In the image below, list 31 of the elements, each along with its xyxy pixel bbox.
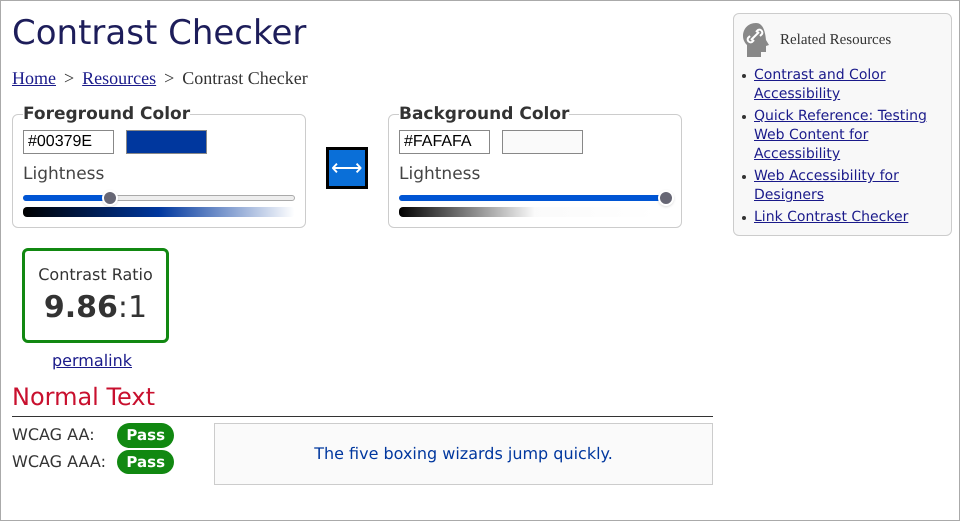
- panel-legend: Foreground Color: [23, 102, 190, 128]
- head-link-icon: [742, 22, 770, 58]
- slider-thumb[interactable]: [102, 190, 118, 206]
- panel-legend: Background Color: [399, 102, 570, 128]
- breadcrumb-link[interactable]: Resources: [82, 65, 156, 92]
- lightness-slider[interactable]: [399, 191, 671, 205]
- breadcrumb-current: Contrast Checker: [182, 67, 308, 90]
- breadcrumb-link[interactable]: Home: [12, 65, 56, 92]
- resource-link[interactable]: Quick Reference: Testing Web Content for Accessibility: [754, 107, 943, 164]
- wcag-label: WCAG AA:: [12, 424, 95, 446]
- permalink[interactable]: permalink: [52, 349, 132, 373]
- swap-button[interactable]: ⟷: [326, 147, 368, 189]
- section-heading: Normal Text: [12, 379, 713, 417]
- hex-input[interactable]: #FAFAFA: [399, 130, 490, 154]
- sample-text: The five boxing wizards jump quickly.: [314, 443, 613, 465]
- sidebar-title: Related Resources: [780, 30, 892, 50]
- resource-link[interactable]: Contrast and Color Accessibility: [754, 66, 943, 104]
- hex-input[interactable]: #00379E: [23, 130, 114, 154]
- slider-label: Lightness: [399, 162, 482, 186]
- result-badge: Pass: [117, 450, 174, 474]
- page-title: Contrast Checker: [12, 12, 308, 55]
- ratio-label: Contrast Ratio: [38, 264, 153, 286]
- breadcrumb-separator: >: [64, 67, 74, 90]
- resource-link[interactable]: Link Contrast Checker: [754, 208, 908, 227]
- wcag-label: WCAG AAA:: [12, 450, 106, 473]
- breadcrumb-separator: >: [164, 67, 174, 90]
- result-badge: Pass: [117, 423, 174, 448]
- resource-link[interactable]: Web Accessibility for Designers: [754, 167, 943, 205]
- slider-thumb[interactable]: [658, 190, 674, 206]
- slider-label: Lightness: [23, 162, 106, 186]
- ratio-value: 9.86:1: [44, 288, 148, 326]
